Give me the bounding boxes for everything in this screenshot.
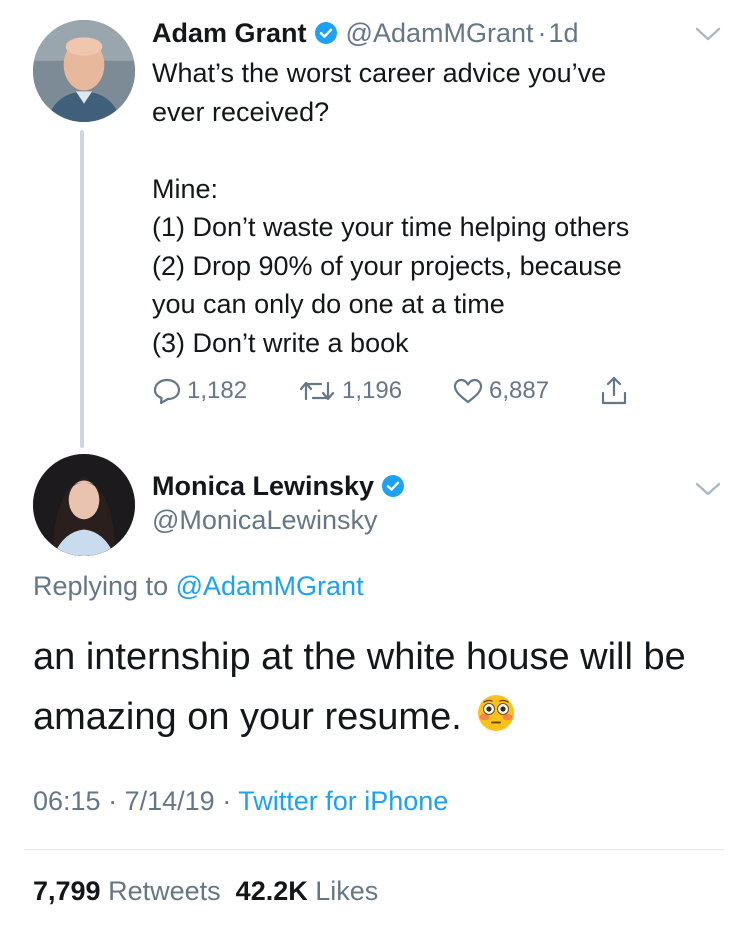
- share-button[interactable]: [598, 376, 635, 406]
- monica-lewinsky-avatar[interactable]: [33, 454, 135, 556]
- tweet-age[interactable]: 1d: [549, 18, 579, 49]
- tweet-time[interactable]: 06:15: [33, 786, 101, 816]
- author-name[interactable]: Adam Grant: [152, 18, 307, 49]
- divider: [24, 849, 724, 850]
- reply-button[interactable]: 1,182: [152, 376, 247, 406]
- like-button[interactable]: 6,887: [452, 376, 549, 406]
- retweet-button[interactable]: 1,196: [297, 376, 402, 406]
- likes-count: 42.2K: [235, 876, 308, 906]
- replying-to-line: Replying to @AdamMGrant: [33, 571, 364, 602]
- separator-dot: ·: [108, 786, 118, 816]
- separator-dot: ·: [537, 17, 547, 48]
- author-name[interactable]: Monica Lewinsky: [152, 471, 374, 502]
- separator-dot: ·: [222, 786, 232, 816]
- avatar-image: [33, 20, 135, 122]
- tweet-metadata: 06:15 · 7/14/19 · Twitter for iPhone: [33, 786, 448, 817]
- likes-stat[interactable]: 42.2K Likes: [236, 876, 379, 906]
- parent-tweet-header: Adam Grant @AdamMGrant · 1d: [152, 16, 579, 50]
- retweet-icon: [299, 381, 335, 401]
- reply-text-content: an internship at the white house will be…: [33, 636, 686, 738]
- tweet-source-link[interactable]: Twitter for iPhone: [238, 786, 448, 816]
- replying-prefix: Replying to: [33, 571, 169, 601]
- tweet-date[interactable]: 7/14/19: [125, 786, 215, 816]
- retweets-count: 7,799: [33, 876, 101, 906]
- share-icon: [601, 376, 627, 405]
- chevron-down-icon[interactable]: [694, 480, 722, 498]
- like-icon: [453, 378, 483, 404]
- likes-label: Likes: [315, 876, 379, 906]
- replying-to-link[interactable]: @AdamMGrant: [176, 571, 364, 601]
- thread-connector-line: [80, 130, 84, 448]
- reply-icon: [153, 378, 181, 405]
- like-count: 6,887: [489, 377, 550, 404]
- verified-badge-icon: [314, 21, 338, 45]
- retweets-label: Retweets: [108, 876, 221, 906]
- verified-badge-icon: [381, 474, 405, 498]
- flushed-face-emoji-icon: [476, 693, 516, 733]
- author-handle[interactable]: @AdamMGrant: [346, 18, 534, 49]
- reply-tweet-header: Monica Lewinsky: [152, 468, 405, 504]
- retweets-stat[interactable]: 7,799 Retweets: [33, 876, 221, 906]
- chevron-down-icon[interactable]: [694, 25, 722, 43]
- adam-grant-avatar[interactable]: [33, 20, 135, 122]
- tweet-stats: 7,799 Retweets 42.2K Likes: [33, 876, 378, 907]
- author-handle[interactable]: @MonicaLewinsky: [152, 505, 378, 536]
- parent-tweet-text: What’s the worst career advice you’ve ev…: [152, 58, 630, 358]
- reply-count: 1,182: [187, 377, 248, 404]
- reply-tweet-text: an internship at the white house will be…: [33, 627, 733, 747]
- retweet-count: 1,196: [342, 377, 403, 404]
- avatar-image: [33, 454, 135, 556]
